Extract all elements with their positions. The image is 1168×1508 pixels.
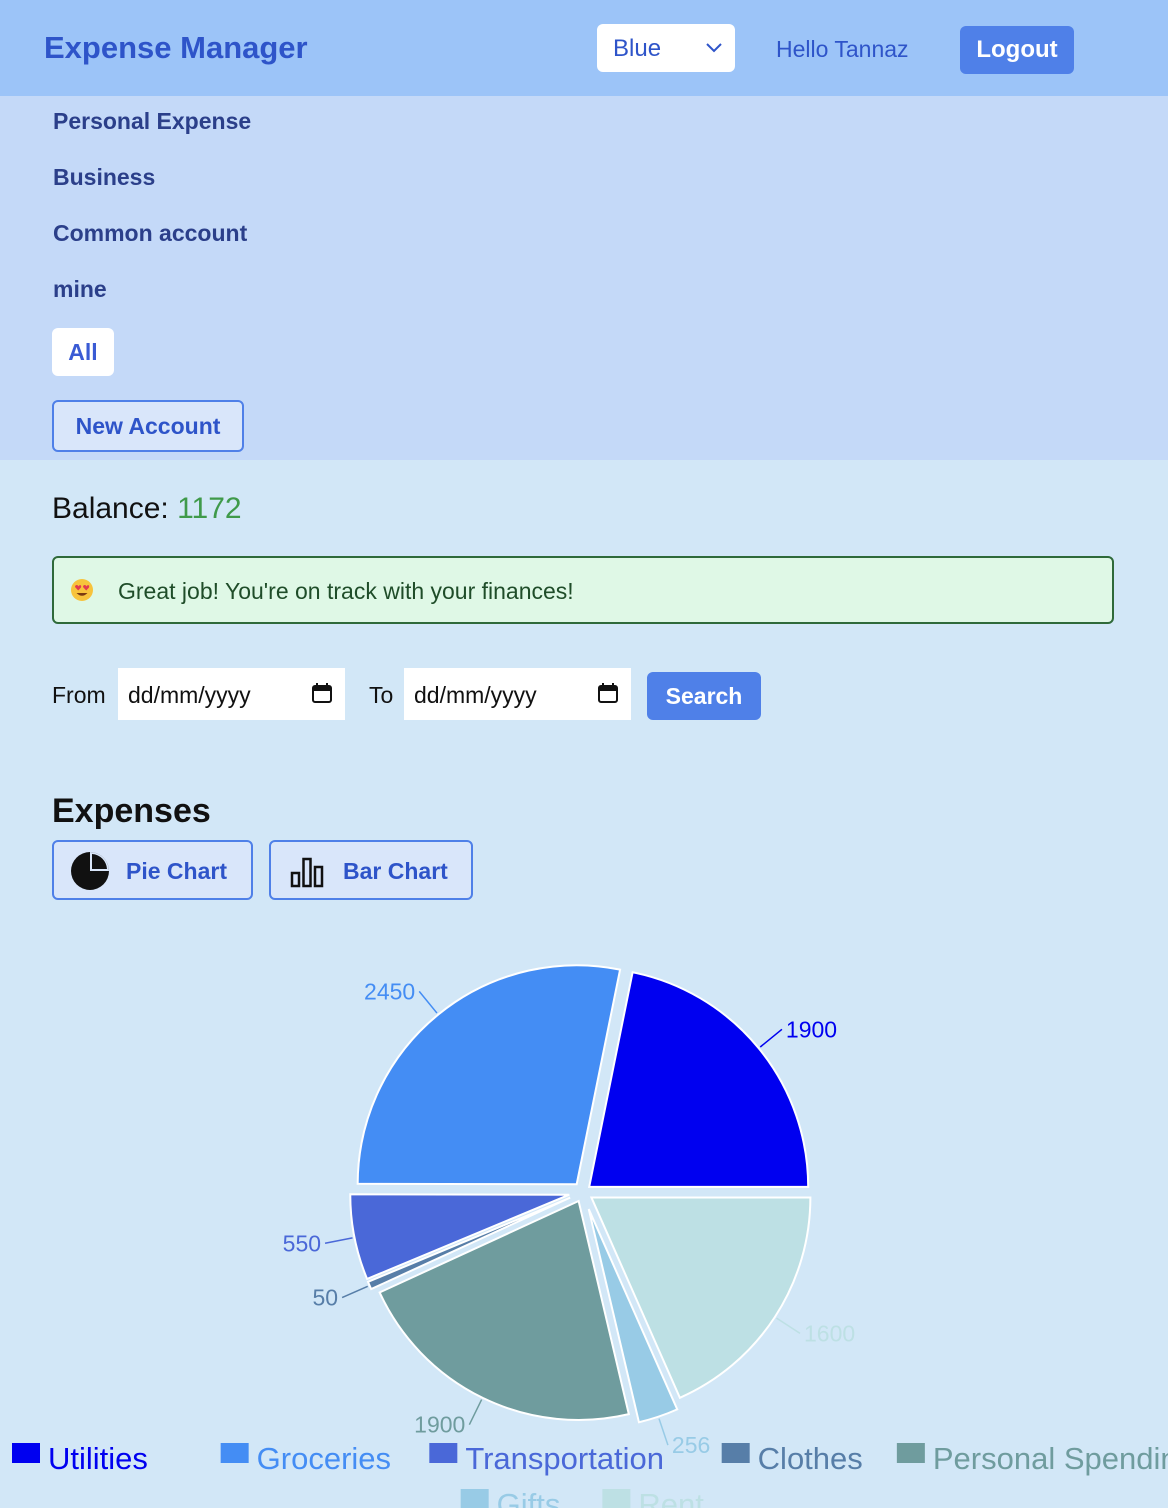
from-date-placeholder: dd/mm/yyyy — [128, 682, 251, 708]
calendar-icon[interactable] — [311, 682, 333, 704]
logout-button[interactable]: Logout — [960, 26, 1074, 74]
pie-data-label: 2450 — [364, 978, 415, 1004]
pie-data-label: 256 — [672, 1432, 710, 1458]
pie-chart-button-label: Pie Chart — [126, 858, 227, 884]
legend-swatch — [721, 1443, 750, 1463]
pie-data-label: 550 — [283, 1230, 321, 1256]
legend-item-utilities[interactable]: Utilities — [12, 1441, 148, 1476]
bar-chart-button[interactable]: Bar Chart — [269, 840, 473, 900]
pie-leader-line — [341, 1285, 369, 1299]
legend-swatch — [429, 1443, 458, 1463]
legend-item-groceries[interactable]: Groceries — [220, 1441, 391, 1476]
legend-swatch — [602, 1489, 631, 1508]
user-greeting: Hello Tannaz — [776, 36, 909, 62]
legend-swatch — [12, 1443, 40, 1463]
pie-leader-line — [468, 1399, 483, 1426]
all-accounts-button[interactable]: All — [52, 328, 114, 376]
app-header: Expense Manager Blue Hello Tannaz Logout — [0, 0, 1168, 96]
to-label: To — [369, 682, 394, 708]
legend-label: Gifts — [497, 1487, 561, 1508]
legend-label: Utilities — [48, 1441, 148, 1476]
chevron-down-icon — [706, 43, 722, 53]
expenses-pie-chart: 1900 2450 550 50 1900 256 1600 Utilities Groceri… — [12, 964, 1168, 1508]
legend-item-personal-spendings[interactable]: Personal Spendings — [896, 1441, 1168, 1476]
account-panel: Personal Expense Business Common account… — [0, 96, 1168, 460]
legend-item-transportation[interactable]: Transportation — [429, 1441, 664, 1476]
pie-data-label: 1900 — [414, 1412, 465, 1438]
account-item-personal-expense[interactable]: Personal Expense — [53, 108, 251, 135]
balance-label: Balance: — [52, 492, 169, 525]
legend-swatch — [896, 1443, 925, 1463]
heart-eyes-emoji-icon — [71, 579, 93, 601]
pie-leader-line — [324, 1237, 353, 1245]
bar-chart-icon — [290, 857, 324, 888]
pie-leader-line — [418, 990, 438, 1014]
legend-swatch — [220, 1443, 249, 1463]
pie-data-label: 1900 — [786, 1016, 837, 1042]
to-date-input[interactable]: dd/mm/yyyy — [404, 668, 631, 720]
theme-select[interactable]: Blue — [597, 24, 735, 72]
status-alert: Great job! You're on track with your fin… — [52, 556, 1114, 624]
account-item-mine[interactable]: mine — [53, 276, 107, 303]
legend-item-rent[interactable]: Rent — [602, 1487, 704, 1508]
legend-label: Groceries — [257, 1441, 391, 1476]
balance-amount: 1172 — [177, 492, 242, 525]
alert-message: Great job! You're on track with your fin… — [118, 578, 574, 604]
pie-chart-icon — [71, 852, 109, 890]
pie-slice-utilities[interactable] — [587, 971, 810, 1188]
legend-label: Personal Spendings — [933, 1441, 1168, 1476]
theme-select-value: Blue — [613, 35, 662, 62]
pie-leader-line — [759, 1028, 783, 1048]
legend-item-gifts[interactable]: Gifts — [460, 1487, 561, 1508]
calendar-icon[interactable] — [597, 682, 619, 704]
new-account-button[interactable]: New Account — [52, 400, 244, 452]
pie-data-label: 50 — [312, 1285, 338, 1311]
from-date-input[interactable]: dd/mm/yyyy — [118, 668, 345, 720]
account-item-common-account[interactable]: Common account — [53, 220, 247, 247]
legend-label: Rent — [638, 1487, 704, 1508]
from-label: From — [52, 682, 106, 708]
legend-swatch — [460, 1489, 489, 1508]
legend-label: Transportation — [465, 1441, 664, 1476]
legend-label: Clothes — [758, 1441, 863, 1476]
bar-chart-button-label: Bar Chart — [343, 858, 448, 884]
search-button[interactable]: Search — [647, 672, 761, 720]
expenses-title: Expenses — [52, 792, 211, 830]
pie-chart-button[interactable]: Pie Chart — [52, 840, 253, 900]
app-title[interactable]: Expense Manager — [44, 30, 308, 66]
pie-data-label: 1600 — [804, 1320, 855, 1346]
pie-leader-line — [776, 1317, 801, 1334]
balance: Balance: 1172 — [52, 492, 242, 526]
account-item-business[interactable]: Business — [53, 164, 155, 191]
legend-item-clothes[interactable]: Clothes — [721, 1441, 863, 1476]
to-date-placeholder: dd/mm/yyyy — [414, 682, 537, 708]
